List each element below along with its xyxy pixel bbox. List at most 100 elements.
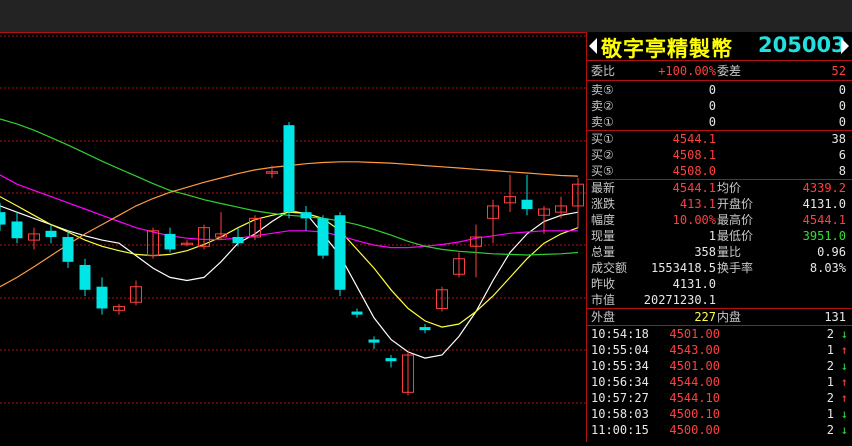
- down-arrow-icon: ↓: [840, 359, 848, 373]
- tick-volume: 2: [826, 391, 834, 405]
- stat-label: 最新: [591, 181, 616, 195]
- stat-row: 总量 358 量比 0.96: [587, 244, 852, 260]
- committee-row: 委比 +100.00% 委差 52: [587, 63, 852, 79]
- stat-label: 成交额: [591, 261, 628, 275]
- stat-row: 最新 4544.1 均价 4339.2: [587, 180, 852, 196]
- candle-body: [368, 339, 380, 343]
- candle-body: [385, 358, 397, 362]
- next-stock-icon[interactable]: [841, 38, 849, 54]
- sell-label: 卖②: [591, 99, 614, 113]
- stat-label: 总量: [591, 245, 616, 259]
- stat-value: 4131.0: [802, 197, 846, 211]
- down-arrow-icon: ↓: [840, 423, 848, 437]
- buy-row: 买① 4544.1 38: [587, 131, 852, 147]
- tick-price: 4500.00: [669, 423, 720, 437]
- inner-label: 内盘: [717, 310, 742, 324]
- tick-volume: 2: [826, 327, 834, 341]
- up-arrow-icon: ↑: [840, 391, 848, 405]
- stock-header: 敬字亭精製幣 205003: [587, 32, 852, 61]
- buy-row: 买⑤ 4508.0 8: [587, 163, 852, 179]
- sell-label: 卖①: [591, 115, 614, 129]
- candle-body: [164, 233, 176, 250]
- stat-label: 开盘价: [717, 197, 754, 211]
- tick-price: 4501.00: [669, 327, 720, 341]
- stock-name: 敬字亭精製幣: [601, 37, 733, 61]
- stat-value: 1553418.5: [650, 261, 716, 275]
- tick-row: 10:54:18 4501.00 2 ↓: [587, 326, 852, 342]
- candle-body: [62, 237, 74, 262]
- tick-price: 4544.00: [669, 375, 720, 389]
- tick-row: 10:55:04 4543.00 1 ↑: [587, 342, 852, 358]
- kline-chart[interactable]: [0, 32, 586, 442]
- tick-volume: 1: [826, 375, 834, 389]
- stat-label: 现量: [591, 229, 616, 243]
- stat-value: 358: [694, 245, 716, 259]
- tick-time: 10:56:34: [591, 375, 649, 389]
- sell-volume: 0: [838, 115, 846, 129]
- prev-stock-icon[interactable]: [589, 38, 597, 54]
- buy-volume: 8: [838, 164, 846, 178]
- kline-chart-svg: [0, 32, 586, 404]
- separator: [587, 80, 852, 81]
- committee-diff: 52: [831, 64, 846, 78]
- top-bar: [0, 0, 852, 32]
- tick-time: 10:55:34: [591, 359, 649, 373]
- candle-body: [334, 215, 346, 290]
- tick-price: 4544.10: [669, 391, 720, 405]
- tick-time: 11:00:15: [591, 423, 649, 437]
- stat-row: 市值 20271230.1: [587, 292, 852, 308]
- outer-value: 227: [694, 310, 716, 324]
- tick-row: 10:58:03 4500.10 1 ↓: [587, 406, 852, 422]
- sell-price: 0: [708, 99, 716, 113]
- sell-volume: 0: [838, 83, 846, 97]
- committee-ratio: +100.00%: [658, 64, 716, 78]
- tick-volume: 1: [826, 407, 834, 421]
- candle-body: [45, 230, 57, 237]
- candle-body: [419, 327, 431, 331]
- down-arrow-icon: ↓: [840, 327, 848, 341]
- candle-body: [96, 286, 108, 309]
- tick-price: 4543.00: [669, 343, 720, 357]
- buy-label: 买①: [591, 132, 614, 146]
- buy-price: 4508.0: [672, 164, 716, 178]
- tick-price: 4501.00: [669, 359, 720, 373]
- stat-label: 量比: [717, 245, 742, 259]
- buy-label: 买⑤: [591, 164, 614, 178]
- candle-body: [11, 221, 23, 239]
- tick-volume: 1: [826, 343, 834, 357]
- buy-volume: 6: [838, 148, 846, 162]
- stat-label: 昨收: [591, 277, 616, 291]
- stat-label: 幅度: [591, 213, 616, 227]
- candle-body: [351, 311, 363, 315]
- committee-diff-label: 委差: [717, 64, 742, 78]
- buy-volume: 38: [831, 132, 846, 146]
- stat-value: 10.00%: [672, 213, 716, 227]
- stat-value: 4131.0: [672, 277, 716, 291]
- committee-ratio-label: 委比: [591, 64, 616, 78]
- tick-row: 10:56:34 4544.00 1 ↑: [587, 374, 852, 390]
- quote-panel: 敬字亭精製幣 205003 委比 +100.00% 委差 52 卖⑤ 0 0 卖…: [587, 32, 852, 442]
- stat-value: 4339.2: [802, 181, 846, 195]
- tick-time: 10:55:04: [591, 343, 649, 357]
- stat-label: 最低价: [717, 229, 754, 243]
- stat-label: 市值: [591, 293, 616, 307]
- stat-value: 413.1: [679, 197, 716, 211]
- down-arrow-icon: ↓: [840, 407, 848, 421]
- stat-label: 换手率: [717, 261, 754, 275]
- buy-price: 4544.1: [672, 132, 716, 146]
- buy-label: 买②: [591, 148, 614, 162]
- tick-row: 11:00:15 4500.00 2 ↓: [587, 422, 852, 438]
- candle-body: [521, 199, 533, 210]
- candle-body: [317, 218, 329, 256]
- stat-row: 幅度 10.00% 最高价 4544.1: [587, 212, 852, 228]
- inner-value: 131: [824, 310, 846, 324]
- separator: [587, 60, 852, 61]
- buy-row: 买② 4508.1 6: [587, 147, 852, 163]
- outer-label: 外盘: [591, 310, 616, 324]
- candle-body: [232, 237, 244, 244]
- candle-body: [0, 212, 6, 225]
- candle-body: [283, 125, 295, 213]
- stat-value: 4544.1: [672, 181, 716, 195]
- tick-time: 10:54:18: [591, 327, 649, 341]
- stat-value: 0.96: [817, 245, 846, 259]
